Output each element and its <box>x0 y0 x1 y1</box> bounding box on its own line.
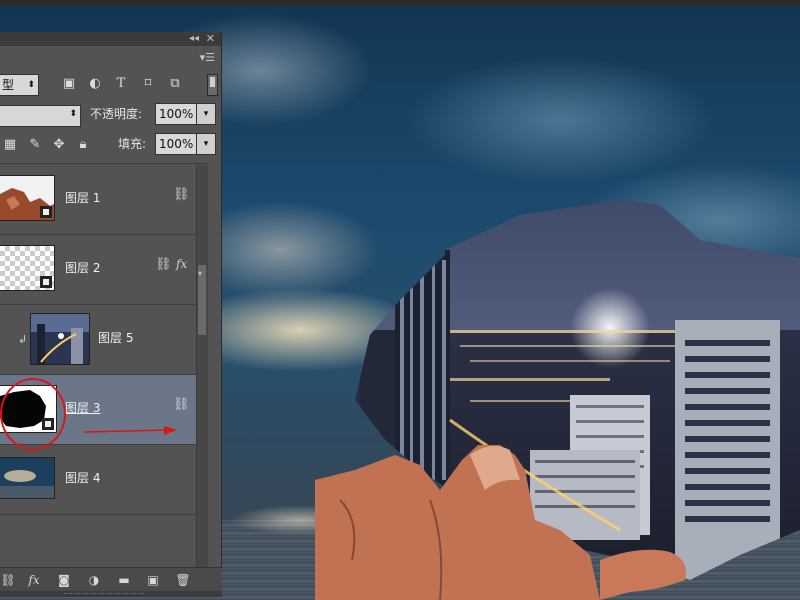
lock-all-icon[interactable]: 🔒︎ <box>75 137 91 153</box>
filter-toggle-switch[interactable] <box>207 74 218 96</box>
panel-title-bar[interactable]: ◂◂ ✕ <box>0 32 221 46</box>
adjustment-layer-icon[interactable]: ◑ <box>86 572 102 588</box>
layer-name[interactable]: 图层 4 <box>65 469 100 486</box>
layer-thumbnail <box>0 245 55 291</box>
resize-grip[interactable] <box>64 593 144 596</box>
link-icon[interactable]: ⛓ <box>173 187 190 202</box>
fx-menu-icon[interactable]: fx <box>26 572 42 588</box>
layer-name[interactable]: 图层 1 <box>65 189 100 206</box>
layer-filter-row: 型 ⬍ ▣ ◐ T ⌑ ⧉ <box>0 70 222 98</box>
lock-position-icon[interactable]: ✥ <box>51 137 67 153</box>
layer-name[interactable]: 图层 5 <box>98 329 133 346</box>
layer-name[interactable]: 图层 2 <box>65 259 100 276</box>
annotation-arrow <box>84 426 177 435</box>
adjustment-filter-icon[interactable]: ◐ <box>88 77 102 91</box>
lock-paint-icon[interactable]: ✎ <box>27 137 43 153</box>
layer-thumbnail <box>30 313 90 365</box>
lock-pixels-icon[interactable]: ▦ <box>2 137 18 153</box>
new-layer-icon[interactable]: ▣ <box>145 572 161 588</box>
chevron-updown-icon: ⬍ <box>27 80 35 90</box>
chevron-down-icon[interactable]: ▾ <box>198 269 202 278</box>
fill-input[interactable]: 100% <box>155 133 197 155</box>
blend-mode-select[interactable]: ⬍ <box>0 105 81 127</box>
chevron-updown-icon: ⬍ <box>69 109 77 119</box>
link-layers-icon[interactable]: ⛓ <box>0 572 16 588</box>
opacity-label: 不透明度: <box>90 107 143 121</box>
opacity-input[interactable]: 100% <box>155 103 197 125</box>
layer-row[interactable]: 图层 2 ⛓ fx <box>0 235 208 305</box>
layer-row[interactable]: 图层 1 ⛓ <box>0 165 208 235</box>
fill-dropdown-button[interactable]: ▾ <box>196 133 216 155</box>
layers-panel: ◂◂ ✕ ▾☰ 型 ⬍ ▣ ◐ T ⌑ ⧉ ⬍ 不透明度: 100% ▾ ▦ ✎… <box>0 32 222 597</box>
filter-kind-select[interactable]: 型 ⬍ <box>0 74 39 96</box>
filter-kind-value: 型 <box>2 78 15 92</box>
layer-row[interactable]: 图层 4 <box>0 445 208 515</box>
link-icon[interactable]: ⛓ <box>155 257 172 272</box>
layers-scrollbar[interactable]: ▾ <box>196 165 208 577</box>
layer-row[interactable]: ↲ 图层 5 <box>0 305 208 375</box>
link-icon[interactable]: ⛓ <box>173 397 190 412</box>
layer-thumbnail <box>0 457 55 499</box>
shape-filter-icon[interactable]: ⌑ <box>141 77 155 91</box>
clip-arrow-icon: ↲ <box>18 333 28 346</box>
layer-thumbnail <box>0 175 55 221</box>
layer-name[interactable]: 图层 3 <box>65 399 100 416</box>
divider <box>0 163 208 164</box>
panel-menu-icon[interactable]: ▾☰ <box>200 51 215 64</box>
close-icon[interactable]: ✕ <box>206 32 215 45</box>
double-chevron-icon[interactable]: ◂◂ <box>189 33 199 44</box>
annotation-circle <box>0 378 66 450</box>
image-filter-icon[interactable]: ▣ <box>62 77 76 91</box>
fx-icon[interactable]: fx <box>176 257 187 271</box>
panel-footer <box>0 591 222 597</box>
blend-opacity-row: ⬍ 不透明度: 100% ▾ <box>0 103 222 129</box>
smart-object-filter-icon[interactable]: ⧉ <box>168 77 182 91</box>
trash-icon[interactable]: 🗑︎ <box>175 572 191 588</box>
folder-icon[interactable]: ▬ <box>116 572 132 588</box>
fill-label: 填充: <box>118 137 147 151</box>
layers-list: 图层 1 ⛓ 图层 2 ⛓ fx ↲ 图层 5 图层 3 ⛓ 图层 4 <box>0 165 208 577</box>
opacity-dropdown-button[interactable]: ▾ <box>196 103 216 125</box>
layers-bottom-toolbar: ⛓ fx ◙ ◑ ▬ ▣ 🗑︎ <box>0 567 222 592</box>
lock-fill-row: ▦ ✎ ✥ 🔒︎ 填充: 100% ▾ <box>0 133 222 159</box>
add-mask-icon[interactable]: ◙ <box>56 572 72 588</box>
type-filter-icon[interactable]: T <box>114 77 128 91</box>
